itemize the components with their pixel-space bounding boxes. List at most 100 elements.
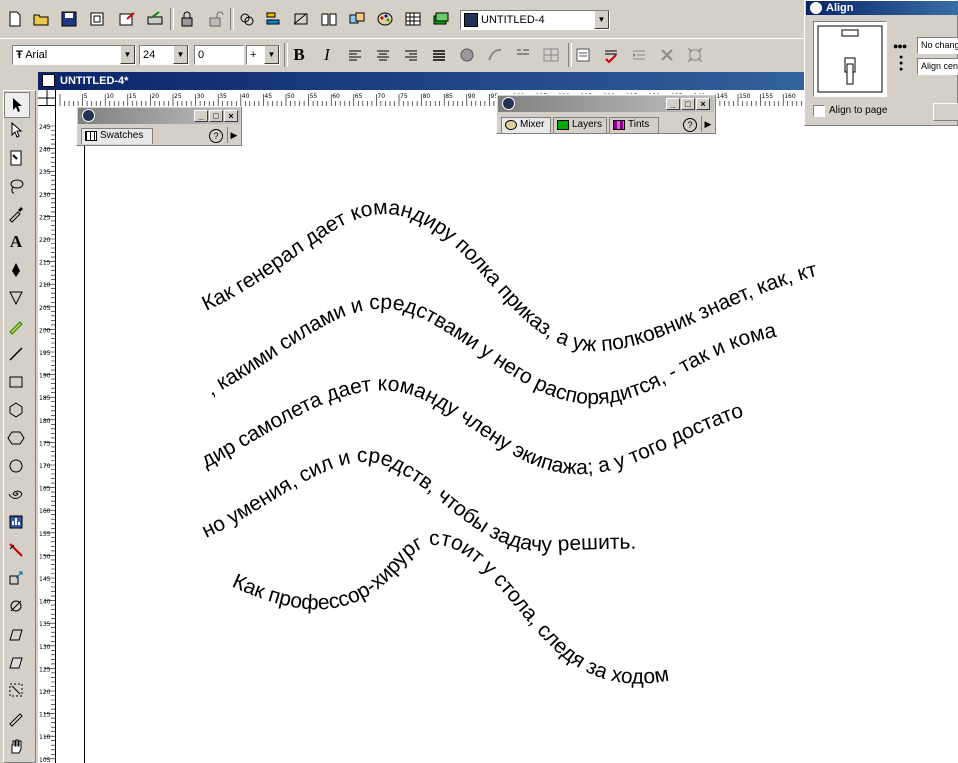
align-preview[interactable] <box>813 21 887 97</box>
text-wrap-icon[interactable] <box>456 44 478 66</box>
minimize-icon[interactable]: _ <box>666 98 680 110</box>
minimize-icon[interactable]: _ <box>194 110 208 122</box>
ruler-label: 210 <box>39 282 51 289</box>
flow-text-icon[interactable] <box>512 44 534 66</box>
align-horizontal-select[interactable]: No change <box>917 37 958 54</box>
justify-icon[interactable] <box>428 44 450 66</box>
chevron-down-icon[interactable]: ▼ <box>594 11 609 29</box>
chevron-down-icon[interactable]: ▼ <box>264 46 279 64</box>
page-tool-icon[interactable] <box>4 146 28 170</box>
library-icon[interactable] <box>318 8 340 30</box>
import-icon[interactable] <box>86 8 108 30</box>
close-icon[interactable]: × <box>224 110 238 122</box>
symbols-icon[interactable] <box>346 8 368 30</box>
align-panel-titlebar[interactable]: Align <box>806 1 958 15</box>
text-tool-icon[interactable]: A <box>4 230 28 254</box>
open-folder-icon[interactable] <box>30 8 52 30</box>
swatches-icon[interactable] <box>402 8 424 30</box>
document-select[interactable]: UNTITLED-4 ▼ <box>460 10 610 30</box>
scale-tool-icon[interactable] <box>4 566 28 590</box>
eyedropper-tool-icon[interactable] <box>4 202 28 226</box>
new-file-icon[interactable] <box>4 8 26 30</box>
document-title: UNTITLED-4* <box>60 75 129 87</box>
text-on-path-icon[interactable] <box>484 44 506 66</box>
layers-icon[interactable] <box>430 8 452 30</box>
tab-swatches-label: Swatches <box>100 130 144 141</box>
hand-tool-icon[interactable] <box>4 734 28 758</box>
ruler-label: 140 <box>39 599 51 606</box>
tab-tints-label: Tints <box>628 119 650 130</box>
line-tool-icon[interactable] <box>4 342 28 366</box>
unlock-icon[interactable] <box>204 8 226 30</box>
hexagon-tool-icon[interactable] <box>4 426 28 450</box>
close-icon[interactable]: × <box>696 98 710 110</box>
ruler-label: 55 <box>310 93 318 100</box>
chart-tool-icon[interactable] <box>4 510 28 534</box>
font-size-select[interactable]: 24 ▼ <box>139 45 189 65</box>
align-left-icon[interactable] <box>344 44 366 66</box>
knife-tool-icon[interactable] <box>4 538 28 562</box>
rotate-tool-icon[interactable] <box>4 594 28 618</box>
columns-icon[interactable] <box>540 44 562 66</box>
italic-button[interactable]: I <box>316 44 338 66</box>
rectangle-tool-icon[interactable] <box>4 370 28 394</box>
group-icon[interactable] <box>236 8 258 30</box>
kerning-input[interactable]: 0 <box>194 45 244 65</box>
font-select[interactable]: Ŧ Arial ▼ <box>12 45 136 65</box>
indent-icon[interactable] <box>628 44 650 66</box>
apply-button[interactable] <box>933 103 958 121</box>
print-icon[interactable] <box>144 8 166 30</box>
ruler-label: 165 <box>39 486 51 493</box>
panel-menu-arrow-icon[interactable]: ▶ <box>227 127 240 143</box>
save-icon[interactable] <box>58 8 80 30</box>
bold-button[interactable]: B <box>288 44 310 66</box>
bezigon-tool-icon[interactable] <box>4 286 28 310</box>
text-layout-icon[interactable] <box>290 8 312 30</box>
lasso-tool-icon[interactable] <box>4 174 28 198</box>
pencil-tool-icon[interactable] <box>4 314 28 338</box>
tab-mixer[interactable]: Mixer <box>501 117 551 133</box>
reflect-tool-icon[interactable] <box>4 650 28 674</box>
align-to-page-checkbox[interactable] <box>813 105 825 117</box>
ruler-label: 125 <box>39 666 51 673</box>
align-icon[interactable] <box>262 8 284 30</box>
freeform-tool-icon[interactable] <box>4 706 28 730</box>
export-icon[interactable] <box>116 8 138 30</box>
subselect-tool-icon[interactable] <box>4 118 28 142</box>
text-editor-icon[interactable] <box>572 44 594 66</box>
chevron-down-icon[interactable]: ▼ <box>173 46 188 64</box>
polygon-tool-icon[interactable] <box>4 398 28 422</box>
help-button[interactable]: ? <box>683 118 697 132</box>
chevron-down-icon[interactable]: ▼ <box>120 46 135 64</box>
trace-tool-icon[interactable] <box>4 678 28 702</box>
detach-icon[interactable] <box>656 44 678 66</box>
align-center-icon[interactable] <box>372 44 394 66</box>
color-mixer-icon[interactable] <box>374 8 396 30</box>
align-vertical-select[interactable]: Align center <box>917 58 958 75</box>
tab-tints[interactable]: Tints <box>609 117 659 133</box>
skew-tool-icon[interactable] <box>4 622 28 646</box>
ruler-label: 70 <box>377 93 385 100</box>
ellipse-tool-icon[interactable] <box>4 454 28 478</box>
maximize-icon[interactable]: □ <box>681 98 695 110</box>
swatches-panel-titlebar[interactable]: _ □ × <box>78 108 240 124</box>
mixer-tab-icon <box>505 120 517 130</box>
help-button[interactable]: ? <box>209 129 223 143</box>
spiral-tool-icon[interactable] <box>4 482 28 506</box>
lock-icon[interactable] <box>176 8 198 30</box>
align-horizontal-options-icon[interactable]: ●●● <box>893 41 907 51</box>
panel-menu-arrow-icon[interactable]: ▶ <box>701 116 714 132</box>
tab-layers[interactable]: Layers <box>553 117 607 133</box>
align-panel-title: Align <box>826 2 854 14</box>
pen-tool-icon[interactable] <box>4 258 28 282</box>
spell-check-icon[interactable] <box>600 44 622 66</box>
convert-icon[interactable] <box>684 44 706 66</box>
kerning-unit-select[interactable]: + ▼ <box>246 45 280 65</box>
align-vertical-options-icon[interactable]: ● ● ● <box>899 54 903 73</box>
maximize-icon[interactable]: □ <box>209 110 223 122</box>
pointer-tool-icon[interactable] <box>4 92 30 118</box>
mixer-panel-titlebar[interactable]: _ □ × <box>498 96 714 112</box>
drawing-canvas[interactable]: Как генерал дает командиру полка приказ,… <box>56 106 958 763</box>
align-right-icon[interactable] <box>400 44 422 66</box>
tab-swatches[interactable]: Swatches <box>81 128 153 144</box>
